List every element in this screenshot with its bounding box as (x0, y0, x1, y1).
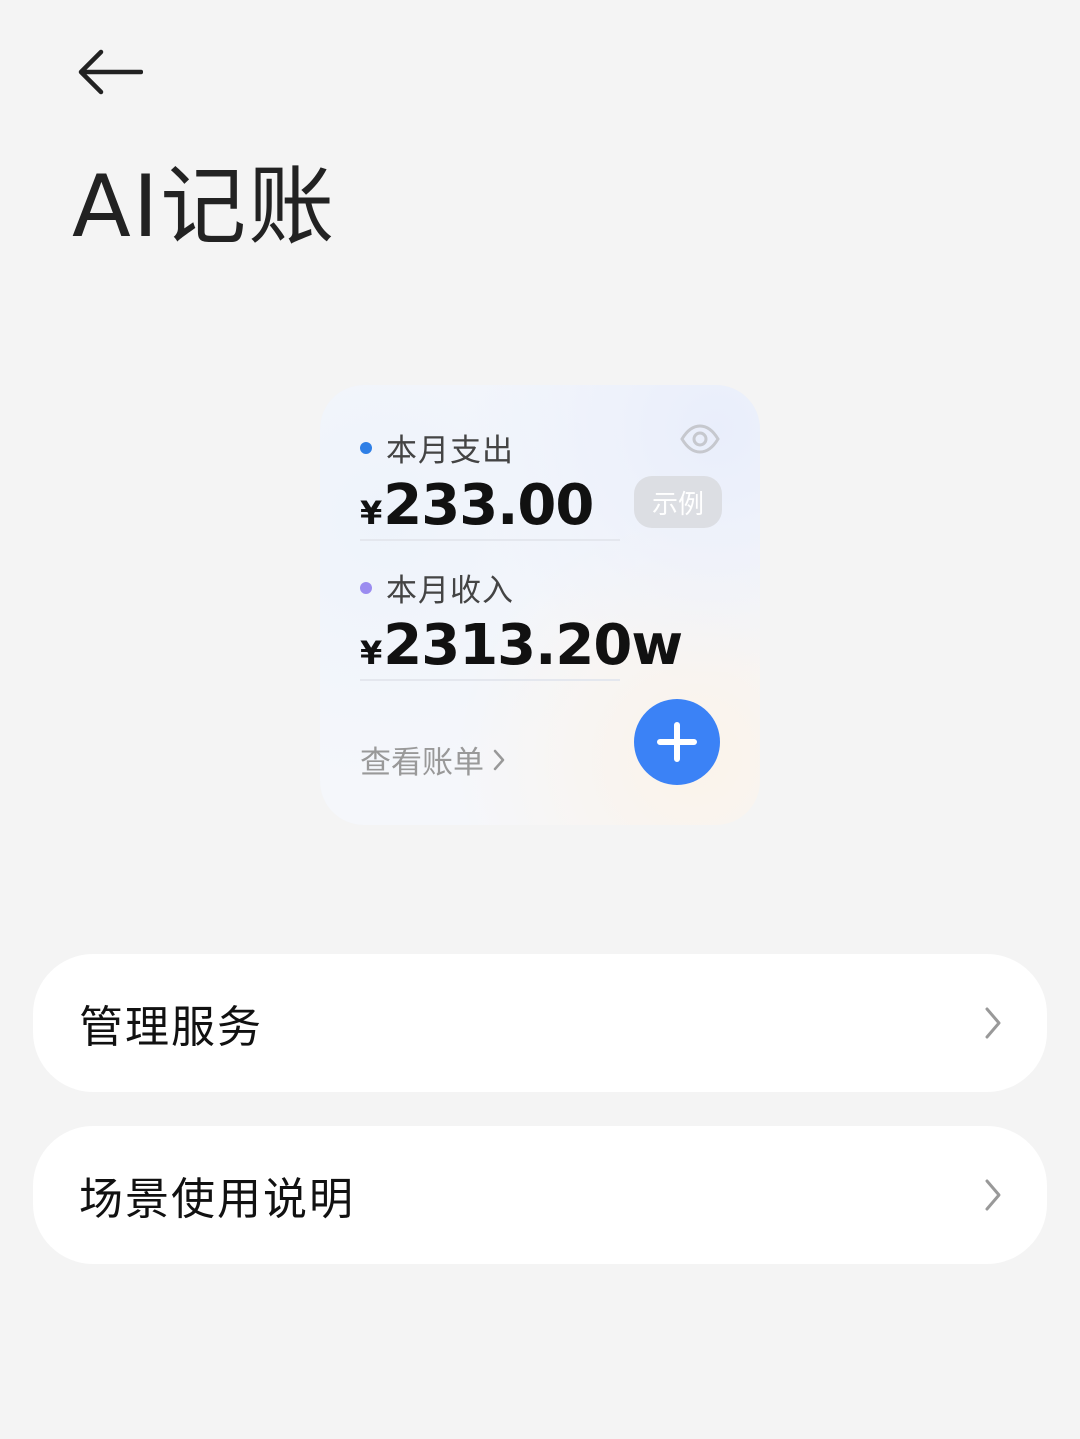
expense-label-row: 本月支出 (360, 425, 514, 470)
back-button[interactable] (70, 40, 150, 104)
expense-currency: ¥ (360, 494, 382, 532)
view-bills-label: 查看账单 (360, 745, 484, 781)
menu-item-label: 管理服务 (79, 1002, 263, 1053)
expense-amount: ¥ 233.00 (360, 473, 594, 538)
expense-dot (360, 441, 372, 454)
menu-item-manage-service[interactable]: 管理服务 (33, 954, 1047, 1092)
page-title: AI记账 (72, 157, 337, 257)
income-dot (360, 581, 372, 594)
bookkeeping-widget-preview: 本月支出 ¥ 233.00 示例 本月收入 ¥ 2313.20w 查看账单 (320, 385, 760, 825)
income-label: 本月收入 (386, 573, 514, 609)
income-amount: ¥ 2313.20w (360, 613, 683, 678)
expense-divider (360, 539, 620, 541)
income-amount-value: 2313.20w (383, 613, 683, 678)
eye-icon[interactable] (680, 423, 720, 455)
income-currency: ¥ (360, 634, 382, 672)
menu-item-usage-guide[interactable]: 场景使用说明 (33, 1126, 1047, 1264)
expense-amount-value: 233.00 (383, 473, 594, 538)
view-bills-link[interactable]: 查看账单 (360, 737, 506, 782)
expense-label: 本月支出 (386, 433, 514, 469)
income-divider (360, 679, 620, 681)
plus-icon (657, 722, 697, 762)
chevron-right-icon (985, 1007, 1001, 1039)
add-record-button[interactable] (634, 699, 720, 785)
sample-badge: 示例 (634, 476, 722, 528)
menu-item-label: 场景使用说明 (79, 1174, 355, 1225)
chevron-right-icon (493, 749, 505, 770)
arrow-left-icon (78, 49, 143, 95)
chevron-right-icon (985, 1179, 1001, 1211)
income-label-row: 本月收入 (360, 565, 514, 610)
